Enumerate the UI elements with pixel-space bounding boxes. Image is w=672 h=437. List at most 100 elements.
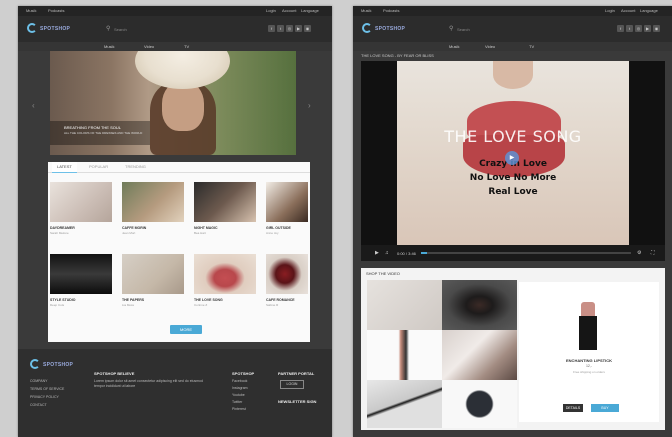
site-footer: SPOTSHOP COMPANY TERMS OF SERVICE PRIVAC…: [18, 349, 332, 437]
video-page-screenshot: Musik Podcasts Login Account Language SP…: [353, 6, 672, 437]
twitter-icon[interactable]: t: [626, 25, 633, 32]
thumb-title[interactable]: STYLE STUDIO: [50, 298, 75, 302]
topbar-account[interactable]: Account: [621, 8, 635, 13]
topbar-language[interactable]: Language: [301, 8, 319, 13]
video-thumb-3[interactable]: [194, 182, 256, 222]
nav-item-tv[interactable]: TV: [184, 44, 189, 49]
footer-social-pinterest[interactable]: Pinterest: [232, 407, 246, 411]
nav-item-musik[interactable]: Musik: [104, 44, 114, 49]
video-thumb-5[interactable]: [50, 254, 112, 294]
shop-item-5[interactable]: [367, 380, 442, 428]
tab-latest[interactable]: LATEST: [52, 162, 77, 173]
video-thumb-6[interactable]: [122, 254, 184, 294]
site-header: SPOTSHOP ⚲ Search f t ◎ ▶ ◉: [353, 16, 672, 42]
video-overlay-line-3: Real Love: [488, 187, 538, 197]
footer-link-contact[interactable]: CONTACT: [30, 403, 47, 407]
fullscreen-icon[interactable]: ⛶: [651, 250, 655, 256]
instagram-icon[interactable]: ◎: [286, 25, 293, 32]
footer-newsletter-title: NEWSLETTER SIGN: [278, 399, 317, 404]
hero-next-arrow[interactable]: ›: [308, 101, 311, 110]
footer-social-youtube[interactable]: Youtube: [232, 393, 245, 397]
search-input[interactable]: Search: [114, 27, 127, 32]
topbar-login[interactable]: Login: [605, 8, 615, 13]
thumb-title[interactable]: CAFE ROMANCE: [266, 298, 295, 302]
instagram-icon[interactable]: ◎: [635, 25, 642, 32]
topbar-link-podcasts[interactable]: Podcasts: [48, 8, 64, 13]
thumb-title[interactable]: THE LOVE SONG: [194, 298, 223, 302]
tab-popular[interactable]: POPULAR: [84, 162, 113, 172]
nav-item-video[interactable]: Video: [485, 44, 495, 49]
logo-icon[interactable]: [362, 23, 372, 33]
video-thumb-1[interactable]: [50, 182, 112, 222]
footer-social-facebook[interactable]: Facebook: [232, 379, 247, 383]
topbar-login[interactable]: Login: [266, 8, 276, 13]
search-input[interactable]: Search: [457, 27, 470, 32]
thumb-subtitle: Sarah Melone: [50, 231, 69, 235]
topbar-language[interactable]: Language: [640, 8, 658, 13]
thumb-subtitle: Corinne Z: [194, 303, 208, 307]
thumb-title[interactable]: NIGHT MAGIC: [194, 226, 218, 230]
topbar-link-podcasts[interactable]: Podcasts: [383, 8, 399, 13]
search-icon[interactable]: ⚲: [106, 25, 110, 32]
thumb-subtitle: Lia Moss: [122, 303, 135, 307]
play-pause-icon[interactable]: ▶: [375, 250, 379, 256]
footer-partner-title: PARTNER PORTAL: [278, 371, 315, 376]
video-player[interactable]: THE LOVE SONG Crazy in Love No Love No M…: [361, 61, 665, 261]
thumb-title[interactable]: CAFFE MORIN: [122, 226, 146, 230]
tab-trending[interactable]: TRENDING: [120, 162, 151, 172]
play-icon[interactable]: ▶: [505, 151, 519, 165]
settings-icon[interactable]: ⚙: [637, 250, 641, 256]
youtube-icon[interactable]: ▶: [295, 25, 302, 32]
nav-item-musik[interactable]: Musik: [449, 44, 459, 49]
video-thumb-8[interactable]: [266, 254, 308, 294]
twitter-icon[interactable]: t: [277, 25, 284, 32]
buy-button[interactable]: BUY: [591, 404, 619, 412]
site-logo[interactable]: SPOTSHOP: [40, 26, 70, 32]
topbar-account[interactable]: Account: [282, 8, 296, 13]
footer-link-privacy[interactable]: PRIVACY POLICY: [30, 395, 59, 399]
shop-item-1[interactable]: [367, 280, 442, 330]
details-button[interactable]: DETAILS: [563, 404, 583, 412]
footer-social-instagram[interactable]: Instagram: [232, 386, 248, 390]
facebook-icon[interactable]: f: [268, 25, 275, 32]
footer-logo-icon: [30, 359, 40, 369]
nav-item-tv[interactable]: TV: [529, 44, 534, 49]
video-progress-bar[interactable]: [421, 252, 631, 254]
hero-prev-arrow[interactable]: ‹: [32, 101, 35, 110]
thumb-title[interactable]: THE PAPERS: [122, 298, 144, 302]
footer-link-company[interactable]: COMPANY: [30, 379, 47, 383]
shop-item-4[interactable]: [442, 330, 517, 380]
facebook-icon[interactable]: f: [617, 25, 624, 32]
thumb-title[interactable]: DAYDREAMER: [50, 226, 75, 230]
video-thumb-7[interactable]: [194, 254, 256, 294]
shop-item-6[interactable]: [442, 380, 517, 428]
hero-banner[interactable]: BREATHING FROM THE SOUL ALL THE COLORS O…: [50, 51, 296, 155]
main-nav: Musik Video TV: [353, 42, 672, 51]
footer-about-title: SPOTSHOP BELIEVE: [94, 371, 135, 376]
shop-item-3[interactable]: [367, 330, 442, 380]
thumb-subtitle: Jean Mort: [122, 231, 136, 235]
logo-icon[interactable]: [27, 23, 37, 33]
product-name: ENCHANTING LIPSTICK: [566, 358, 612, 363]
rss-icon[interactable]: ◉: [304, 25, 311, 32]
footer-social-twitter[interactable]: Twitter: [232, 400, 242, 404]
footer-login-button[interactable]: LOGIN: [280, 380, 304, 389]
site-logo[interactable]: SPOTSHOP: [375, 26, 405, 32]
video-thumb-2[interactable]: [122, 182, 184, 222]
product-note: Free shipping on orders: [573, 370, 605, 374]
footer-link-terms[interactable]: TERMS OF SERVICE: [30, 387, 64, 391]
thumb-title[interactable]: GIRL OUTSIDE: [266, 226, 291, 230]
volume-icon[interactable]: ♫: [385, 250, 389, 256]
load-more-button[interactable]: MORE: [170, 325, 202, 334]
top-utility-bar: Musik Podcasts Login Account Language: [18, 6, 332, 16]
search-icon[interactable]: ⚲: [449, 25, 453, 32]
shop-item-2[interactable]: [442, 280, 517, 330]
topbar-link-musik[interactable]: Musik: [361, 8, 371, 13]
youtube-icon[interactable]: ▶: [644, 25, 651, 32]
hero-hat: [135, 51, 230, 89]
nav-item-video[interactable]: Video: [144, 44, 154, 49]
topbar-link-musik[interactable]: Musik: [26, 8, 36, 13]
video-thumb-4[interactable]: [266, 182, 308, 222]
video-overlay-title: THE LOVE SONG: [444, 127, 582, 146]
rss-icon[interactable]: ◉: [653, 25, 660, 32]
